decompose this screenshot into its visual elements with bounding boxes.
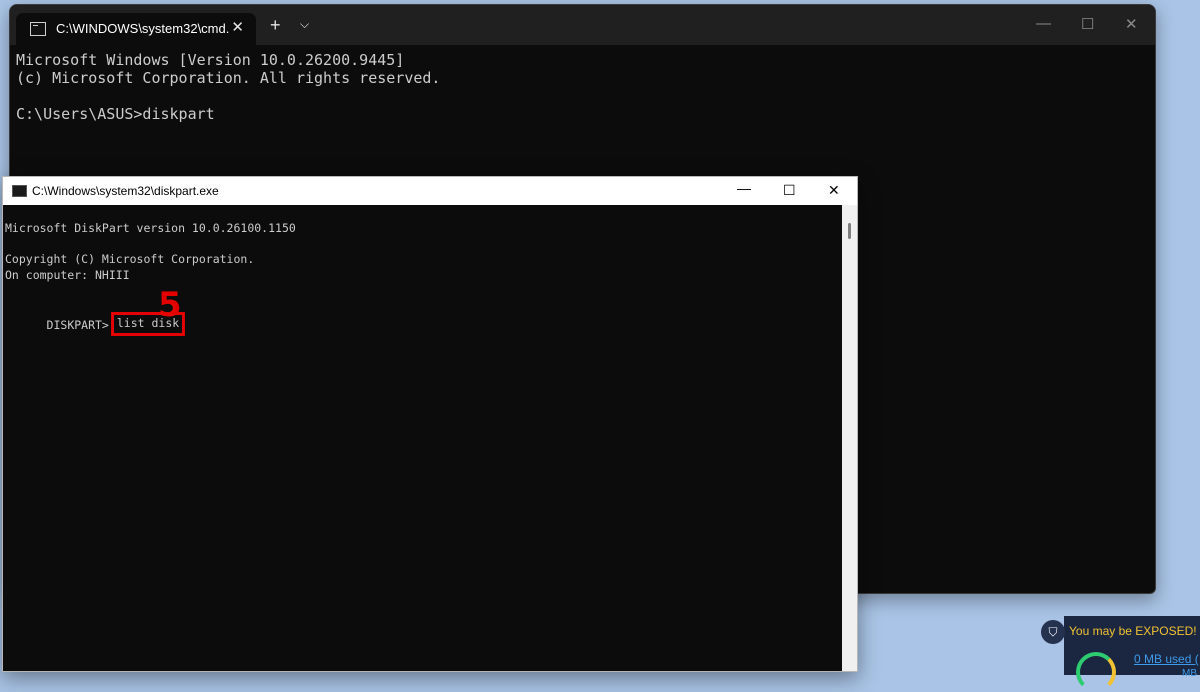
- usage-link[interactable]: 0 MB used (: [1134, 652, 1199, 666]
- close-button[interactable]: ✕: [828, 182, 840, 199]
- usage-unit: MB: [1182, 668, 1197, 679]
- diskpart-prompt: DISKPART>: [46, 318, 109, 332]
- maximize-button[interactable]: ☐: [783, 182, 796, 199]
- console-line: Microsoft DiskPart version 10.0.26100.11…: [5, 221, 296, 235]
- security-widget[interactable]: ⛉ You may be EXPOSED! 0 MB used ( MB: [1041, 616, 1200, 692]
- diskpart-titlebar[interactable]: C:\Windows\system32\diskpart.exe — ☐ ✕: [3, 177, 857, 205]
- terminal-line: Microsoft Windows [Version 10.0.26200.94…: [16, 51, 405, 69]
- new-tab-button[interactable]: +: [270, 15, 281, 36]
- tab-title: C:\WINDOWS\system32\cmd.: [56, 21, 230, 36]
- prompt-line: DISKPART> list disk: [5, 299, 296, 336]
- shield-icon: ⛉: [1041, 620, 1065, 644]
- tab-close-button[interactable]: ✕: [231, 18, 244, 36]
- console-line: Copyright (C) Microsoft Corporation.: [5, 252, 255, 266]
- console-line: On computer: NHIII: [5, 267, 130, 282]
- window-title: C:\Windows\system32\diskpart.exe: [32, 184, 219, 198]
- diskpart-output[interactable]: Microsoft DiskPart version 10.0.26100.11…: [5, 221, 296, 336]
- scrollbar[interactable]: [842, 205, 857, 671]
- diskpart-window[interactable]: C:\Windows\system32\diskpart.exe — ☐ ✕ M…: [2, 176, 858, 672]
- terminal-line: C:\Users\ASUS>diskpart: [16, 105, 215, 123]
- minimize-button[interactable]: —: [737, 180, 751, 196]
- close-button[interactable]: ✕: [1125, 15, 1138, 33]
- terminal-output[interactable]: Microsoft Windows [Version 10.0.26200.94…: [16, 51, 440, 123]
- minimize-button[interactable]: —: [1036, 15, 1051, 32]
- terminal-line: (c) Microsoft Corporation. All rights re…: [16, 69, 441, 87]
- tab-dropdown-button[interactable]: ⌵: [300, 17, 309, 32]
- terminal-titlebar[interactable]: C:\WINDOWS\system32\cmd. ✕ + ⌵ — ☐ ✕: [10, 5, 1155, 45]
- scroll-thumb[interactable]: [848, 223, 851, 239]
- step-number: 5: [158, 285, 182, 325]
- terminal-tab[interactable]: C:\WINDOWS\system32\cmd. ✕: [16, 13, 256, 45]
- console-icon: [12, 185, 27, 197]
- usage-gauge-icon: [1076, 652, 1116, 692]
- exposed-warning: You may be EXPOSED!: [1069, 624, 1197, 638]
- terminal-icon: [30, 22, 46, 36]
- maximize-button[interactable]: ☐: [1081, 15, 1094, 33]
